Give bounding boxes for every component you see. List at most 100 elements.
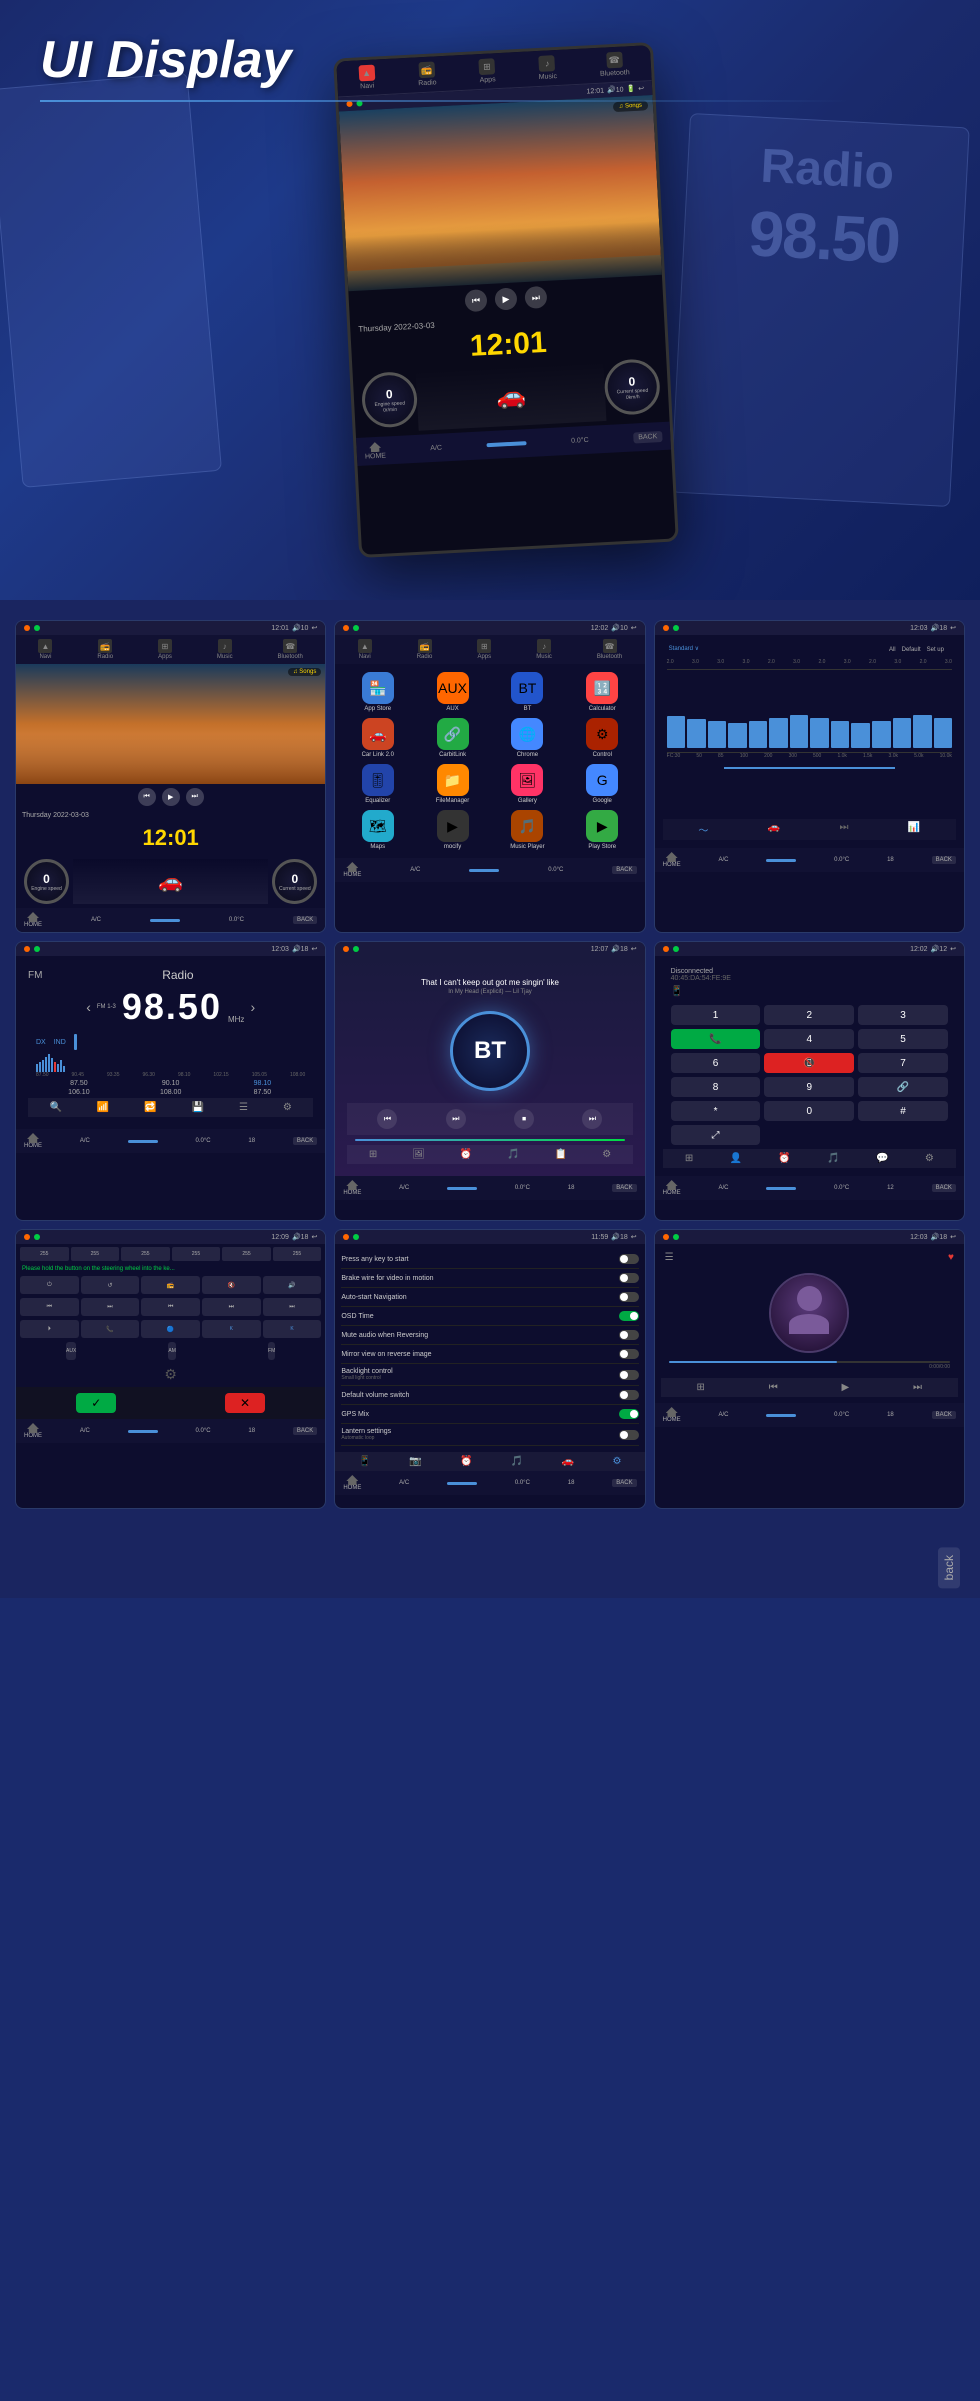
st-bt2[interactable]: 🔵 xyxy=(141,1320,200,1338)
steering-back-btn[interactable]: BACK xyxy=(293,1427,317,1435)
eq-ac-slider[interactable] xyxy=(766,859,796,862)
music-back-btn[interactable]: BACK xyxy=(932,1411,956,1419)
radio-icon-loop[interactable]: 🔁 xyxy=(144,1102,156,1113)
phone-icon-menu[interactable]: ⊞ xyxy=(685,1153,693,1164)
nav-navi[interactable]: ▲ Navi xyxy=(38,639,52,660)
app-bt[interactable]: BT BT xyxy=(493,672,562,712)
preset-5[interactable]: 108.00 xyxy=(126,1089,216,1096)
play-btn[interactable]: ▶ xyxy=(494,287,517,310)
toggle-4[interactable] xyxy=(619,1311,639,1321)
app-mocify[interactable]: ▶ mocify xyxy=(418,810,487,850)
next-btn[interactable]: ⏭ xyxy=(524,286,547,309)
preset-2[interactable]: 90.10 xyxy=(126,1080,216,1087)
app-filemanager[interactable]: 📁 FileManager xyxy=(418,764,487,804)
app-playstore[interactable]: ▶ Play Store xyxy=(568,810,637,850)
st-prev2[interactable]: ⏮ xyxy=(20,1298,79,1316)
apps-ac-slider[interactable] xyxy=(469,869,499,872)
eq-back-btn[interactable]: BACK xyxy=(932,856,956,864)
apps-nav-navi[interactable]: ▲ Navi xyxy=(358,639,372,660)
st-power[interactable]: ⏻ xyxy=(20,1276,79,1294)
eq-home-btn[interactable]: HOME xyxy=(663,852,681,868)
settings-home-btn[interactable]: HOME xyxy=(343,1475,361,1491)
toggle-9[interactable] xyxy=(619,1409,639,1419)
eq-bar-9[interactable] xyxy=(831,721,850,748)
phone-icon-sms[interactable]: 💬 xyxy=(876,1153,888,1164)
bt-prev[interactable]: ⏮ xyxy=(377,1109,397,1129)
bt-back-btn[interactable]: BACK xyxy=(612,1184,636,1192)
key-5[interactable]: 5 xyxy=(858,1029,948,1049)
apps-nav-music[interactable]: ♪ Music xyxy=(536,639,552,660)
music-icon-prev[interactable]: ⏮ xyxy=(769,1382,778,1393)
eq-feature-waveform[interactable]: 〜 xyxy=(698,822,708,837)
eq-standard[interactable]: Standard ∨ xyxy=(669,645,699,655)
radio-icon-signal[interactable]: 📶 xyxy=(97,1102,109,1113)
play-btn-sm[interactable]: ▶ xyxy=(162,788,180,806)
eq-bar-6[interactable] xyxy=(769,718,788,748)
app-google[interactable]: G Google xyxy=(568,764,637,804)
steering-ac-slider[interactable] xyxy=(128,1430,158,1433)
key-6[interactable]: 6 xyxy=(671,1053,761,1073)
prev-btn[interactable]: ⏮ xyxy=(464,289,487,312)
phone-icon-contacts[interactable]: 👤 xyxy=(730,1153,742,1164)
radio-icon-settings[interactable]: ⚙ xyxy=(283,1102,292,1113)
st-fm[interactable]: FM xyxy=(268,1342,275,1360)
key-call[interactable]: 📞 xyxy=(671,1029,761,1049)
phone-back-btn[interactable]: BACK xyxy=(932,1184,956,1192)
phone-icon-recent[interactable]: ⏰ xyxy=(778,1153,790,1164)
music-menu-icon[interactable]: ☰ xyxy=(665,1252,674,1263)
key-4[interactable]: 4 xyxy=(764,1029,854,1049)
apps-nav-apps[interactable]: ⊞ Apps xyxy=(477,639,491,660)
eq-bar-7[interactable] xyxy=(790,715,809,748)
preset-3[interactable]: 98.10 xyxy=(218,1080,308,1087)
eq-feature-skip[interactable]: ⏭ xyxy=(839,822,848,837)
eq-feature-car[interactable]: 🚗 xyxy=(768,822,780,837)
apps-home-btn[interactable]: HOME xyxy=(343,862,361,878)
confirm-yes-btn[interactable]: ✓ xyxy=(76,1393,116,1413)
st-call2[interactable]: 📞 xyxy=(81,1320,140,1338)
key-0[interactable]: 0 xyxy=(764,1101,854,1121)
radio-home-btn[interactable]: HOME xyxy=(24,1133,42,1149)
bt-icon-img[interactable]: 🖼 xyxy=(412,1149,425,1160)
eq-bar-11[interactable] xyxy=(872,721,891,748)
settings-icon-clock[interactable]: ⏰ xyxy=(460,1456,472,1467)
toggle-5[interactable] xyxy=(619,1330,639,1340)
apps-back-btn[interactable]: BACK xyxy=(612,866,636,874)
eq-bar-13[interactable] xyxy=(913,715,932,748)
ac-slider[interactable] xyxy=(486,441,526,447)
steering-home-btn[interactable]: HOME xyxy=(24,1423,42,1439)
bt-ac-slider[interactable] xyxy=(447,1187,477,1190)
st-aux[interactable]: AUX xyxy=(66,1342,76,1360)
eq-bar-5[interactable] xyxy=(749,721,768,748)
confirm-no-btn[interactable]: ✕ xyxy=(225,1393,265,1413)
key-hash[interactable]: # xyxy=(858,1101,948,1121)
app-chrome[interactable]: 🌐 Chrome xyxy=(493,718,562,758)
radio-icon-save[interactable]: 💾 xyxy=(192,1102,204,1113)
key-3[interactable]: 3 xyxy=(858,1005,948,1025)
settings-back-btn[interactable]: BACK xyxy=(612,1479,636,1487)
back-btn[interactable]: BACK xyxy=(633,431,663,444)
bt-icon-music[interactable]: 🎵 xyxy=(507,1149,519,1160)
preset-6[interactable]: 87.50 xyxy=(218,1089,308,1096)
toggle-2[interactable] xyxy=(619,1273,639,1283)
key-link[interactable]: 🔗 xyxy=(858,1077,948,1097)
bt-icon-clock[interactable]: ⏰ xyxy=(460,1149,472,1160)
music-heart-icon[interactable]: ♥ xyxy=(948,1252,954,1263)
key-7[interactable]: 7 xyxy=(858,1053,948,1073)
key-2[interactable]: 2 xyxy=(764,1005,854,1025)
app-carlink[interactable]: 🚗 Car Link 2.0 xyxy=(343,718,412,758)
eq-bar-12[interactable] xyxy=(893,718,912,748)
eq-setup[interactable]: Set up xyxy=(927,647,944,653)
app-equalizer[interactable]: 🎚 Equalizer xyxy=(343,764,412,804)
home-back-btn[interactable]: BACK xyxy=(293,916,317,924)
home-home-btn[interactable]: HOME xyxy=(24,912,42,928)
radio-back-btn[interactable]: BACK xyxy=(293,1137,317,1145)
app-calculator[interactable]: 🔢 Calculator xyxy=(568,672,637,712)
apps-nav-bt[interactable]: ☎ Bluetooth xyxy=(597,639,622,660)
preset-1[interactable]: 87.50 xyxy=(34,1080,124,1087)
settings-ac-slider[interactable] xyxy=(447,1482,477,1485)
app-gallery[interactable]: 🖼 Gallery xyxy=(493,764,562,804)
bt-stop[interactable]: ⏹ xyxy=(514,1109,534,1129)
toggle-6[interactable] xyxy=(619,1349,639,1359)
toggle-3[interactable] xyxy=(619,1292,639,1302)
eq-bar-10[interactable] xyxy=(851,723,870,748)
